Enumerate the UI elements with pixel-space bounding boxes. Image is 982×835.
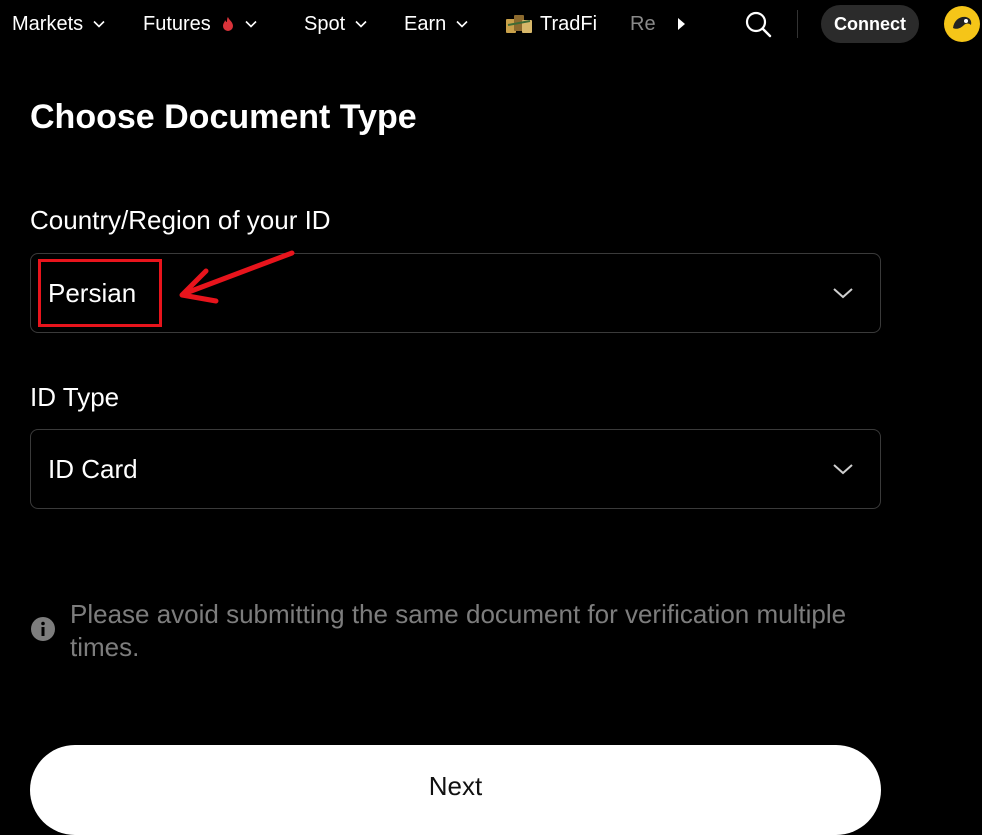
nav-divider	[797, 10, 798, 38]
nav-tradfi[interactable]: TradFi	[504, 10, 597, 38]
avatar-icon	[945, 7, 979, 41]
chevron-down-icon	[93, 20, 105, 28]
id-type-select[interactable]: ID Card	[30, 429, 881, 509]
info-icon	[31, 617, 55, 641]
chevron-down-icon	[833, 464, 853, 475]
scroll-right-icon[interactable]	[677, 16, 687, 32]
nav-markets-label: Markets	[12, 12, 84, 35]
chevron-down-icon	[833, 288, 853, 299]
annotation-highlight-box	[38, 259, 162, 327]
avatar[interactable]	[944, 6, 980, 42]
nav-spot[interactable]: Spot	[304, 10, 367, 38]
nav-spot-label: Spot	[304, 12, 346, 35]
tradfi-icon	[506, 15, 532, 33]
notice-text: Please avoid submitting the same documen…	[70, 599, 847, 662]
nav-rewards[interactable]: Re	[630, 10, 656, 38]
page-title: Choose Document Type	[30, 98, 417, 136]
nav-futures[interactable]: Futures	[143, 10, 257, 38]
chevron-down-icon	[245, 20, 257, 28]
chevron-down-icon	[355, 20, 367, 28]
nav-tradfi-label: TradFi	[540, 12, 598, 35]
nav-earn-label: Earn	[404, 12, 447, 35]
fire-icon	[222, 17, 233, 31]
annotation-arrow-icon	[179, 250, 295, 304]
chevron-down-icon	[456, 20, 468, 28]
next-button[interactable]: Next	[30, 745, 881, 835]
nav-earn[interactable]: Earn	[404, 10, 468, 38]
notice: Please avoid submitting the same documen…	[30, 598, 850, 664]
top-nav: Markets Futures Spot Earn TradFi Re Conn…	[0, 0, 982, 50]
connect-button[interactable]: Connect	[821, 5, 919, 43]
country-field-label: Country/Region of your ID	[30, 205, 331, 235]
search-icon[interactable]	[744, 10, 772, 38]
id-type-field-label: ID Type	[30, 382, 120, 412]
nav-futures-label: Futures	[143, 12, 211, 35]
nav-markets[interactable]: Markets	[12, 10, 105, 38]
id-type-select-value: ID Card	[48, 453, 138, 484]
nav-rewards-label: Re	[630, 12, 656, 35]
